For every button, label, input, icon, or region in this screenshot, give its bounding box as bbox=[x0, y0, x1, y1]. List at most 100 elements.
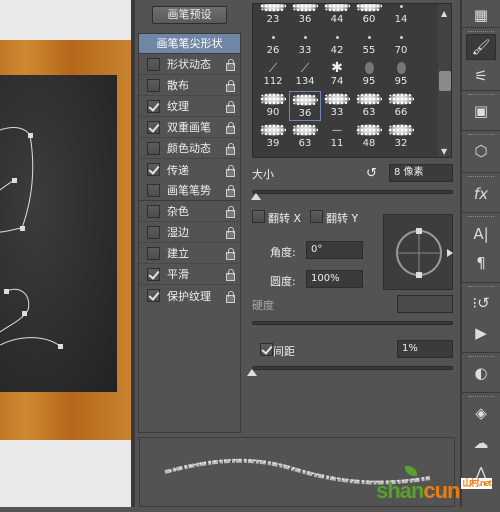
brush-tip[interactable]: 33 bbox=[321, 91, 353, 121]
brush-tip[interactable]: 23 bbox=[257, 4, 289, 28]
brush-tip[interactable]: 14 bbox=[385, 4, 417, 28]
brush-tip[interactable]: 66 bbox=[385, 91, 417, 121]
lock-icon[interactable] bbox=[225, 164, 235, 177]
brush-tip[interactable]: 32 bbox=[385, 122, 417, 152]
fx-icon[interactable]: fx bbox=[466, 181, 496, 207]
brush-tip[interactable]: 95 bbox=[385, 60, 417, 90]
lock-icon[interactable] bbox=[225, 185, 235, 197]
brush-tip[interactable]: 44 bbox=[321, 4, 353, 28]
work-path[interactable] bbox=[0, 0, 133, 507]
brush-tip[interactable]: ⟋ 112 bbox=[257, 60, 289, 90]
lock-icon[interactable] bbox=[225, 101, 235, 113]
brush-option-item[interactable]: 湿边 bbox=[139, 222, 240, 243]
brush-icon[interactable]: 🖌 bbox=[466, 34, 496, 60]
brush-tip[interactable]: 63 bbox=[353, 91, 385, 121]
scroll-up-icon[interactable]: ▲ bbox=[441, 9, 447, 18]
lock-icon[interactable] bbox=[225, 59, 235, 71]
scroll-down-icon[interactable]: ▼ bbox=[441, 147, 447, 156]
lock-icon[interactable] bbox=[225, 269, 235, 281]
brush-tip[interactable]: 48 bbox=[353, 122, 385, 152]
brush-tip[interactable]: 55 bbox=[353, 29, 385, 59]
character-icon[interactable]: A| bbox=[466, 221, 496, 247]
scroll-thumb[interactable] bbox=[439, 71, 451, 91]
lock-icon[interactable] bbox=[225, 143, 235, 155]
brush-tip[interactable]: 42 bbox=[321, 29, 353, 59]
layers-icon[interactable]: ◈ bbox=[466, 400, 496, 426]
lock-icon[interactable] bbox=[225, 206, 235, 218]
option-checkbox[interactable] bbox=[147, 183, 160, 197]
brush-option-item[interactable]: 形状动态 bbox=[139, 54, 240, 75]
option-checkbox[interactable] bbox=[147, 99, 160, 113]
brush-tip[interactable]: ✱ 74 bbox=[321, 60, 353, 90]
brush-tip[interactable]: 36 bbox=[289, 91, 321, 121]
option-checkbox[interactable] bbox=[147, 225, 160, 239]
brush-option-item[interactable]: 杂色 bbox=[139, 201, 240, 222]
brush-tip[interactable]: 60 bbox=[353, 4, 385, 28]
size-slider-thumb[interactable] bbox=[251, 193, 262, 200]
option-checkbox[interactable] bbox=[147, 78, 160, 92]
anchor-point[interactable] bbox=[28, 133, 33, 138]
brush-grid-scrollbar[interactable]: ▲ ▼ bbox=[438, 4, 451, 157]
size-field[interactable]: 8 像素 bbox=[389, 164, 453, 182]
brush-option-item[interactable]: 平滑 bbox=[139, 264, 240, 285]
brush-tip[interactable]: — 11 bbox=[321, 122, 353, 152]
brush-option-item[interactable]: 建立 bbox=[139, 243, 240, 264]
option-checkbox[interactable] bbox=[147, 289, 160, 302]
brush-tip[interactable]: 63 bbox=[289, 122, 321, 152]
brush-tip[interactable]: 95 bbox=[353, 60, 385, 90]
option-checkbox[interactable] bbox=[147, 120, 160, 134]
anchor-point[interactable] bbox=[4, 289, 9, 294]
brush-option-item[interactable]: 颜色动态 bbox=[139, 138, 240, 159]
anchor-point[interactable] bbox=[20, 226, 25, 231]
spacing-slider-thumb[interactable] bbox=[247, 369, 257, 376]
brush-tip[interactable]: 90 bbox=[257, 91, 289, 121]
option-checkbox[interactable] bbox=[147, 163, 160, 176]
brush-option-item[interactable]: 纹理 bbox=[139, 96, 240, 117]
brush-tip[interactable]: 70 bbox=[385, 29, 417, 59]
brush-tip[interactable]: 36 bbox=[289, 4, 321, 28]
brush-option-item[interactable]: 双重画笔 bbox=[139, 117, 240, 138]
option-checkbox[interactable] bbox=[147, 57, 160, 71]
brush-option-item[interactable]: 画笔笔势 bbox=[139, 180, 240, 201]
lock-icon[interactable] bbox=[225, 290, 235, 303]
anchor-point[interactable] bbox=[12, 178, 17, 183]
brush-option-item[interactable]: 保护纹理 bbox=[139, 285, 240, 306]
flip-x-checkbox[interactable] bbox=[252, 210, 265, 223]
adjustments-icon[interactable]: ◐ bbox=[466, 360, 496, 386]
lock-icon[interactable] bbox=[225, 248, 235, 260]
option-checkbox[interactable] bbox=[147, 204, 160, 218]
spacing-slider[interactable] bbox=[252, 366, 453, 370]
lock-icon[interactable] bbox=[225, 227, 235, 239]
3d-icon[interactable]: ⬡ bbox=[466, 138, 496, 164]
history-icon[interactable]: ⁝↺ bbox=[466, 290, 496, 316]
spacing-field[interactable]: 1% bbox=[397, 340, 453, 358]
option-checkbox[interactable] bbox=[147, 267, 160, 281]
document-canvas[interactable] bbox=[0, 0, 133, 507]
paragraph-icon[interactable]: ¶ bbox=[466, 250, 496, 276]
anchor-point[interactable] bbox=[22, 311, 27, 316]
reset-size-icon[interactable]: ↺ bbox=[366, 166, 377, 181]
grid-icon[interactable]: ▦ bbox=[466, 2, 496, 28]
brush-tip[interactable]: 33 bbox=[289, 29, 321, 59]
brush-tip-shape-item[interactable]: 画笔笔尖形状 bbox=[139, 34, 240, 54]
angle-roundness-widget[interactable] bbox=[383, 214, 453, 290]
roundness-field[interactable]: 100% bbox=[306, 270, 363, 288]
flip-y-checkbox[interactable] bbox=[310, 210, 323, 223]
anchor-point[interactable] bbox=[58, 344, 63, 349]
spacing-checkbox[interactable] bbox=[260, 343, 273, 356]
brush-option-item[interactable]: 散布 bbox=[139, 75, 240, 96]
properties-icon[interactable]: ▣ bbox=[466, 98, 496, 124]
option-checkbox[interactable] bbox=[147, 246, 160, 260]
brush-tip-grid[interactable]: 23 36 44 60 14 26 33 42 55 70 ⟋ 112 ⟋ 134 ✱ 74 95 95 90 36 3… bbox=[252, 3, 452, 158]
option-checkbox[interactable] bbox=[147, 141, 160, 155]
lock-icon[interactable] bbox=[225, 80, 235, 92]
channels-icon[interactable]: ☁ bbox=[466, 430, 496, 456]
angle-field[interactable]: 0° bbox=[306, 241, 363, 259]
size-slider[interactable] bbox=[252, 190, 453, 194]
brush-tip[interactable]: 26 bbox=[257, 29, 289, 59]
brush-tip[interactable]: 39 bbox=[257, 122, 289, 152]
actions-play-icon[interactable]: ▶ bbox=[466, 320, 496, 346]
brush-presets-button[interactable]: 画笔预设 bbox=[152, 6, 227, 24]
brush-presets-icon[interactable]: ⚟ bbox=[466, 63, 496, 89]
lock-icon[interactable] bbox=[225, 122, 235, 134]
